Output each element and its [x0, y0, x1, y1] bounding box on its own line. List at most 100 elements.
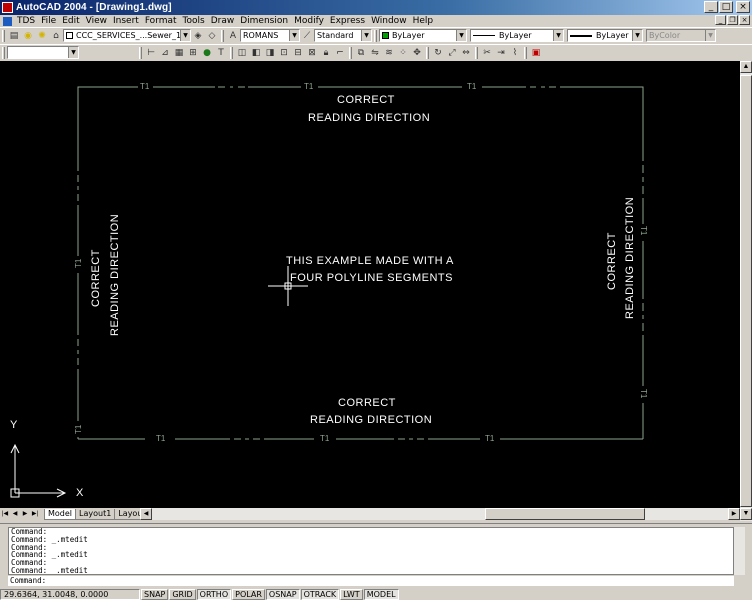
tab-nav-first-button[interactable]: |◀ — [0, 509, 10, 519]
layer-unlock-icon[interactable]: ⌐ — [334, 47, 346, 59]
toolbar-grip[interactable] — [139, 46, 142, 59]
toggle-model[interactable]: MODEL — [363, 588, 399, 600]
menu-draw[interactable]: Draw — [208, 16, 238, 26]
toolbar-grip[interactable] — [475, 46, 478, 59]
mtext-top-line2[interactable]: READING DIRECTION — [308, 112, 430, 124]
mtext-top-line1[interactable]: CORRECT — [337, 94, 395, 106]
mtext-right-line2[interactable]: READING DIRECTION — [624, 197, 636, 319]
chevron-down-icon[interactable]: ▼ — [68, 47, 78, 58]
blank-combo[interactable]: ▼ — [7, 46, 79, 59]
toggle-otrack[interactable]: OTRACK — [300, 588, 340, 600]
menu-express[interactable]: Express — [327, 16, 368, 26]
doc-minimize-button[interactable]: _ — [715, 15, 726, 25]
mtext-bottom-line1[interactable]: CORRECT — [338, 397, 396, 409]
chevron-down-icon[interactable]: ▼ — [180, 30, 190, 41]
dimension-style-icon[interactable]: ⟋ — [301, 30, 313, 42]
tab-nav-prev-button[interactable]: ◀ — [10, 509, 20, 519]
layer-isolate-icon[interactable]: ◨ — [264, 47, 276, 59]
maximize-button[interactable]: □ — [719, 1, 733, 13]
properties-icon[interactable]: ▣ — [530, 47, 542, 59]
toggle-snap[interactable]: SNAP — [141, 588, 169, 600]
dimension-linear-icon[interactable]: ⊢ — [145, 47, 157, 59]
offset-icon[interactable]: ≋ — [383, 47, 395, 59]
layer-change-icon[interactable]: ⊠ — [306, 47, 318, 59]
horizontal-scrollbar[interactable]: ◀ ▶ — [140, 508, 740, 520]
layer-match-icon[interactable]: ⊟ — [292, 47, 304, 59]
mtext-right-line1[interactable]: CORRECT — [606, 232, 618, 290]
mtext-bottom-line2[interactable]: READING DIRECTION — [310, 414, 432, 426]
menu-help[interactable]: Help — [410, 16, 437, 26]
move-icon[interactable]: ✥ — [411, 47, 423, 59]
doc-close-button[interactable]: × — [739, 15, 750, 25]
trim-icon[interactable]: ✂ — [481, 47, 493, 59]
toggle-grid[interactable]: GRID — [169, 588, 196, 600]
chevron-down-icon[interactable]: ▼ — [289, 30, 299, 41]
lock-icon[interactable]: ⌂ — [50, 30, 62, 42]
layer-freeze-icon[interactable]: ◫ — [236, 47, 248, 59]
menu-modify[interactable]: Modify — [291, 16, 327, 26]
menu-dimension[interactable]: Dimension — [237, 16, 291, 26]
chevron-down-icon[interactable]: ▼ — [361, 30, 371, 41]
mirror-icon[interactable]: ⇋ — [369, 47, 381, 59]
sun-icon[interactable]: ✺ — [36, 30, 48, 42]
lineweight-combo[interactable]: ByLayer ▼ — [567, 29, 643, 42]
close-button[interactable]: × — [736, 1, 750, 13]
command-line-input[interactable]: Command: — [8, 576, 734, 586]
toggle-osnap[interactable]: OSNAP — [265, 588, 300, 600]
array-icon[interactable]: ⁘ — [397, 47, 409, 59]
doc-restore-button[interactable]: ❐ — [727, 15, 738, 25]
autocad-app-icon[interactable] — [2, 2, 13, 13]
toolbar-grip[interactable] — [524, 46, 527, 59]
layer-walk-icon[interactable]: ⊡ — [278, 47, 290, 59]
rotate-icon[interactable]: ↻ — [432, 47, 444, 59]
text-style-icon[interactable]: A — [227, 30, 239, 42]
stretch-icon[interactable]: ⇔ — [460, 47, 472, 59]
tab-nav-next-button[interactable]: ▶ — [20, 509, 30, 519]
toolbar-grip[interactable] — [2, 29, 5, 42]
scroll-left-button[interactable]: ◀ — [140, 508, 152, 520]
scroll-up-button[interactable]: ▲ — [740, 61, 752, 73]
command-history-scrollbar[interactable] — [734, 527, 745, 575]
menu-window[interactable]: Window — [368, 16, 410, 26]
layer-manager-icon[interactable]: ▤ — [8, 30, 20, 42]
copy-icon[interactable]: ⧉ — [355, 47, 367, 59]
drawing-canvas[interactable]: Y X T1 T1 T1 T1 T1 T1 T1 T1 T1 T1 CORREC… — [0, 61, 740, 508]
lightbulb-icon[interactable]: ◉ — [22, 30, 34, 42]
toolbar-grip[interactable] — [349, 46, 352, 59]
menu-insert[interactable]: Insert — [110, 16, 142, 26]
menu-view[interactable]: View — [83, 16, 110, 26]
linetype-combo[interactable]: ByLayer ▼ — [470, 29, 564, 42]
scale-icon[interactable]: ⤢ — [446, 47, 458, 59]
menu-edit[interactable]: Edit — [59, 16, 82, 26]
block-icon[interactable]: ⊞ — [187, 47, 199, 59]
text-tool-icon[interactable]: T — [215, 47, 227, 59]
toolbar-grip[interactable] — [221, 29, 224, 42]
scroll-right-button[interactable]: ▶ — [728, 508, 740, 520]
toolbar-grip[interactable] — [230, 46, 233, 59]
tab-nav-last-button[interactable]: ▶| — [30, 509, 40, 519]
make-object-layer-current-icon[interactable]: ◈ — [192, 30, 204, 42]
scroll-thumb[interactable] — [485, 508, 645, 520]
mtext-center-line1[interactable]: THIS EXAMPLE MADE WITH A — [286, 255, 454, 267]
layer-lock-icon[interactable]: 🔒︎ — [320, 47, 332, 59]
coordinates-display[interactable]: 29.6364, 31.0048, 0.0000 — [0, 588, 140, 600]
scroll-down-button[interactable]: ▼ — [740, 508, 752, 520]
menu-file[interactable]: File — [38, 16, 59, 26]
toggle-lwt[interactable]: LWT — [340, 588, 363, 600]
tab-model[interactable]: Model — [44, 508, 77, 520]
layer-off-icon[interactable]: ◧ — [250, 47, 262, 59]
extend-icon[interactable]: ⇥ — [495, 47, 507, 59]
minimize-button[interactable]: _ — [704, 1, 718, 13]
toggle-ortho[interactable]: ORTHO — [196, 588, 232, 600]
menu-tds[interactable]: TDS — [14, 16, 38, 26]
globe-icon[interactable]: ● — [201, 47, 213, 59]
toolbar-grip[interactable] — [2, 46, 5, 59]
vertical-scrollbar[interactable]: ▲ ▼ — [740, 61, 752, 521]
mtext-center-line2[interactable]: FOUR POLYLINE SEGMENTS — [290, 272, 453, 284]
chevron-down-icon[interactable]: ▼ — [456, 30, 466, 41]
hatch-icon[interactable]: ▦ — [173, 47, 185, 59]
mtext-left-line1[interactable]: CORRECT — [90, 249, 102, 307]
toggle-polar[interactable]: POLAR — [232, 588, 265, 600]
break-icon[interactable]: ⌇ — [509, 47, 521, 59]
dimension-aligned-icon[interactable]: ⊿ — [159, 47, 171, 59]
